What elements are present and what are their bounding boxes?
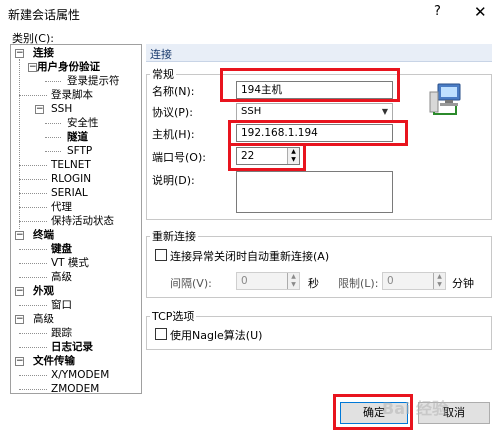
tree-line <box>19 179 47 180</box>
tree-item-window[interactable]: 窗口 <box>51 298 72 312</box>
spinner-down-icon[interactable]: ▼ <box>434 281 445 289</box>
spinner-up-icon[interactable]: ▲ <box>288 273 299 281</box>
collapse-icon[interactable]: − <box>35 105 44 114</box>
tree-line <box>19 347 47 348</box>
protocol-label: 协议(P): <box>152 106 193 119</box>
tree-line <box>19 207 47 208</box>
network-computer-icon <box>429 83 461 115</box>
tree-item-connection[interactable]: 连接 <box>33 46 54 60</box>
tree-item-auth[interactable]: 用户身份验证 <box>37 60 100 74</box>
tree-item-keepalive[interactable]: 保持活动状态 <box>51 214 114 228</box>
tree-item-advanced[interactable]: 高级 <box>51 270 72 284</box>
highlight-box-port <box>228 143 306 171</box>
tree-line <box>19 165 47 166</box>
tcp-group-label: TCP选项 <box>150 308 197 324</box>
chevron-down-icon: ▼ <box>381 107 388 116</box>
title-bar: 新建会话属性 ? ✕ <box>0 0 500 26</box>
tree-item-trace[interactable]: 跟踪 <box>51 326 72 340</box>
interval-input[interactable]: 0 ▲ ▼ <box>236 272 300 290</box>
tree-line <box>19 277 47 278</box>
section-header: 连接 <box>146 44 492 62</box>
name-label: 名称(N): <box>152 85 195 98</box>
interval-label: 间隔(V): <box>170 277 212 290</box>
host-label: 主机(H): <box>152 128 195 141</box>
minutes-label: 分钟 <box>452 277 474 290</box>
tree-item-file-transfer[interactable]: 文件传输 <box>33 354 75 368</box>
tree-item-security[interactable]: 安全性 <box>67 116 99 130</box>
tree-item-zmodem[interactable]: ZMODEM <box>51 382 99 393</box>
window-title: 新建会话属性 <box>8 8 81 22</box>
interval-value: 0 <box>241 275 248 287</box>
seconds-label: 秒 <box>308 277 319 290</box>
tree-line <box>45 123 61 124</box>
spinner-down-icon[interactable]: ▼ <box>288 281 299 289</box>
tree-item-log[interactable]: 日志记录 <box>51 340 93 354</box>
tree-item-appearance[interactable]: 外观 <box>33 284 54 298</box>
interval-spinner[interactable]: ▲ ▼ <box>287 273 299 289</box>
highlight-box-name <box>220 68 400 102</box>
limit-input[interactable]: 0 ▲ ▼ <box>382 272 446 290</box>
category-tree[interactable]: − 连接 − 用户身份验证 登录提示符 登录脚本 − SSH 安全性 隧道 SF… <box>10 44 142 394</box>
tree-item-vt-mode[interactable]: VT 模式 <box>51 256 89 270</box>
tree-item-telnet[interactable]: TELNET <box>51 158 91 172</box>
limit-value: 0 <box>387 275 394 287</box>
protocol-select[interactable]: SSH ▼ <box>236 103 393 121</box>
spinner-up-icon[interactable]: ▲ <box>434 273 445 281</box>
tree-line <box>45 137 61 138</box>
tree-item-serial[interactable]: SERIAL <box>51 186 88 200</box>
tree-item-sftp[interactable]: SFTP <box>67 144 92 158</box>
tree-item-terminal[interactable]: 终端 <box>33 228 54 242</box>
collapse-icon[interactable]: − <box>15 231 24 240</box>
reconnect-group-label: 重新连接 <box>150 228 198 244</box>
description-textarea[interactable] <box>236 171 393 213</box>
close-button[interactable]: ✕ <box>474 3 487 21</box>
tree-item-rlogin[interactable]: RLOGIN <box>51 172 91 186</box>
tree-line <box>19 249 47 250</box>
section-title: 连接 <box>150 48 172 61</box>
port-label: 端口号(O): <box>152 151 206 164</box>
collapse-icon[interactable]: − <box>28 63 37 72</box>
auto-reconnect-label: 连接异常关闭时自动重新连接(A) <box>170 250 330 263</box>
tree-item-tunnel[interactable]: 隧道 <box>67 130 88 144</box>
tree-item-keyboard[interactable]: 键盘 <box>51 242 72 256</box>
collapse-icon[interactable]: − <box>15 49 24 58</box>
description-label: 说明(D): <box>152 174 195 187</box>
tree-line <box>45 81 61 82</box>
highlight-box-ok <box>333 394 413 430</box>
collapse-icon[interactable]: − <box>15 287 24 296</box>
tree-line <box>19 305 47 306</box>
tree-line <box>19 389 47 390</box>
tree-item-proxy[interactable]: 代理 <box>51 200 72 214</box>
auto-reconnect-checkbox[interactable] <box>155 249 167 261</box>
protocol-value: SSH <box>241 106 262 117</box>
tree-item-advanced2[interactable]: 高级 <box>33 312 54 326</box>
nagle-checkbox[interactable] <box>155 328 167 340</box>
tree-item-xymodem[interactable]: X/YMODEM <box>51 368 109 382</box>
general-group-label: 常规 <box>150 66 176 82</box>
tree-line <box>45 151 61 152</box>
help-button[interactable]: ? <box>434 4 441 19</box>
collapse-icon[interactable]: − <box>15 315 24 324</box>
tree-line <box>19 333 47 334</box>
tree-item-ssh[interactable]: SSH <box>51 102 72 116</box>
limit-spinner[interactable]: ▲ ▼ <box>433 273 445 289</box>
tree-item-login-script[interactable]: 登录脚本 <box>51 88 93 102</box>
limit-label: 限制(L): <box>338 277 379 290</box>
tree-line <box>19 95 47 96</box>
tree-line <box>19 193 47 194</box>
tree-line <box>19 375 47 376</box>
nagle-label: 使用Nagle算法(U) <box>170 329 263 342</box>
tree-line <box>19 263 47 264</box>
collapse-icon[interactable]: − <box>15 357 24 366</box>
tree-line <box>19 221 47 222</box>
tree-line <box>19 59 20 229</box>
tree-item-login-prompt[interactable]: 登录提示符 <box>67 74 120 88</box>
